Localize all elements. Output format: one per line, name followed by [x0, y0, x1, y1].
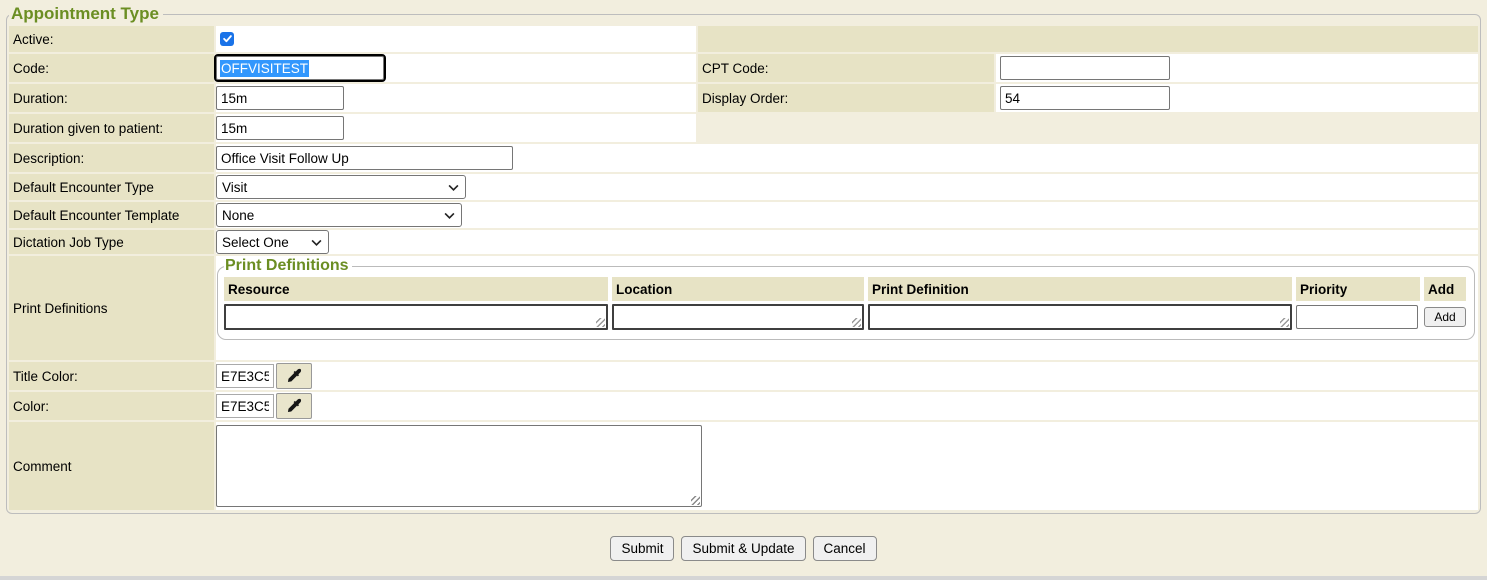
title-color-cell	[216, 362, 1478, 390]
display-order-input[interactable]	[1000, 86, 1170, 110]
chevron-down-icon	[436, 208, 455, 223]
code-input-selected-text: OFFVISITEST	[220, 60, 309, 77]
code-label: Code:	[9, 54, 214, 82]
description-cell	[216, 144, 1478, 172]
duration-label: Duration:	[9, 84, 214, 112]
dictation-job-type-select[interactable]: Select One	[216, 230, 329, 254]
eyedropper-icon	[287, 397, 302, 415]
duration-patient-input[interactable]	[216, 116, 344, 140]
title-color-picker-button[interactable]	[276, 363, 312, 389]
color-cell	[216, 392, 1478, 420]
cpt-code-cell	[996, 54, 1478, 82]
color-picker-button[interactable]	[276, 393, 312, 419]
checkmark-icon	[222, 32, 233, 47]
print-definitions-table: Resource Location Print Definition Prior…	[224, 277, 1468, 330]
duration-patient-label: Duration given to patient:	[9, 114, 214, 142]
comment-label: Comment	[9, 422, 214, 510]
print-definitions-cell: Print Definitions Resource Location Prin…	[216, 256, 1478, 360]
encounter-type-selected: Visit	[222, 180, 247, 195]
duration-input[interactable]	[216, 86, 344, 110]
submit-button[interactable]: Submit	[610, 536, 674, 561]
active-cell	[216, 26, 696, 52]
encounter-type-cell: Visit	[216, 174, 1478, 200]
encounter-type-select[interactable]: Visit	[216, 175, 466, 199]
title-color-input[interactable]	[216, 364, 274, 388]
print-definitions-label: Print Definitions	[9, 256, 214, 360]
active-label: Active:	[9, 26, 214, 52]
appointment-type-form: Active: Code: OFFVISITEST CPT Code: Dura…	[9, 26, 1478, 510]
comment-cell	[216, 422, 1478, 510]
pd-header-priority: Priority	[1296, 277, 1420, 301]
code-input[interactable]: OFFVISITEST	[216, 56, 384, 80]
description-input[interactable]	[216, 146, 513, 170]
duration-cell	[216, 84, 696, 112]
comment-textarea-wrap	[216, 425, 702, 507]
pd-header-add: Add	[1424, 277, 1466, 301]
encounter-template-label: Default Encounter Template	[9, 202, 214, 228]
appointment-type-fieldset: Appointment Type Active: Code: OFFVISITE…	[6, 4, 1481, 514]
print-definitions-fieldset: Print Definitions Resource Location Prin…	[217, 257, 1475, 340]
pd-header-resource: Resource	[224, 277, 608, 301]
duration-patient-cell	[216, 114, 696, 142]
pd-add-button[interactable]: Add	[1424, 307, 1466, 327]
code-cell: OFFVISITEST	[216, 54, 696, 82]
encounter-type-label: Default Encounter Type	[9, 174, 214, 200]
chevron-down-icon	[440, 180, 459, 195]
pd-print-definition-input[interactable]	[868, 304, 1292, 330]
title-color-label: Title Color:	[9, 362, 214, 390]
chevron-down-icon	[303, 235, 322, 250]
pd-header-location: Location	[612, 277, 864, 301]
pd-resource-input[interactable]	[224, 304, 608, 330]
submit-and-update-button[interactable]: Submit & Update	[681, 536, 805, 561]
color-label: Color:	[9, 392, 214, 420]
description-label: Description:	[9, 144, 214, 172]
active-checkbox[interactable]	[220, 32, 234, 46]
duration-patient-row-filler	[698, 114, 1478, 142]
eyedropper-icon	[287, 367, 302, 385]
encounter-template-select[interactable]: None	[216, 203, 462, 227]
cpt-code-label: CPT Code:	[698, 54, 994, 82]
appointment-type-legend: Appointment Type	[9, 4, 163, 24]
color-input[interactable]	[216, 394, 274, 418]
encounter-template-cell: None	[216, 202, 1478, 228]
cpt-code-input[interactable]	[1000, 56, 1170, 80]
pd-priority-input[interactable]	[1296, 305, 1418, 329]
cancel-button[interactable]: Cancel	[813, 536, 877, 561]
display-order-cell	[996, 84, 1478, 112]
form-actions: Submit Submit & Update Cancel	[0, 536, 1487, 561]
display-order-label: Display Order:	[698, 84, 994, 112]
window-bottom-edge	[0, 576, 1487, 580]
pd-location-input[interactable]	[612, 304, 864, 330]
print-definitions-legend: Print Definitions	[224, 257, 352, 275]
dictation-job-type-selected: Select One	[222, 235, 289, 250]
encounter-template-selected: None	[222, 208, 254, 223]
comment-textarea[interactable]	[216, 425, 702, 507]
pd-header-print-definition: Print Definition	[868, 277, 1292, 301]
dictation-job-type-cell: Select One	[216, 230, 1478, 254]
dictation-job-type-label: Dictation Job Type	[9, 230, 214, 254]
active-row-filler	[698, 26, 1478, 52]
